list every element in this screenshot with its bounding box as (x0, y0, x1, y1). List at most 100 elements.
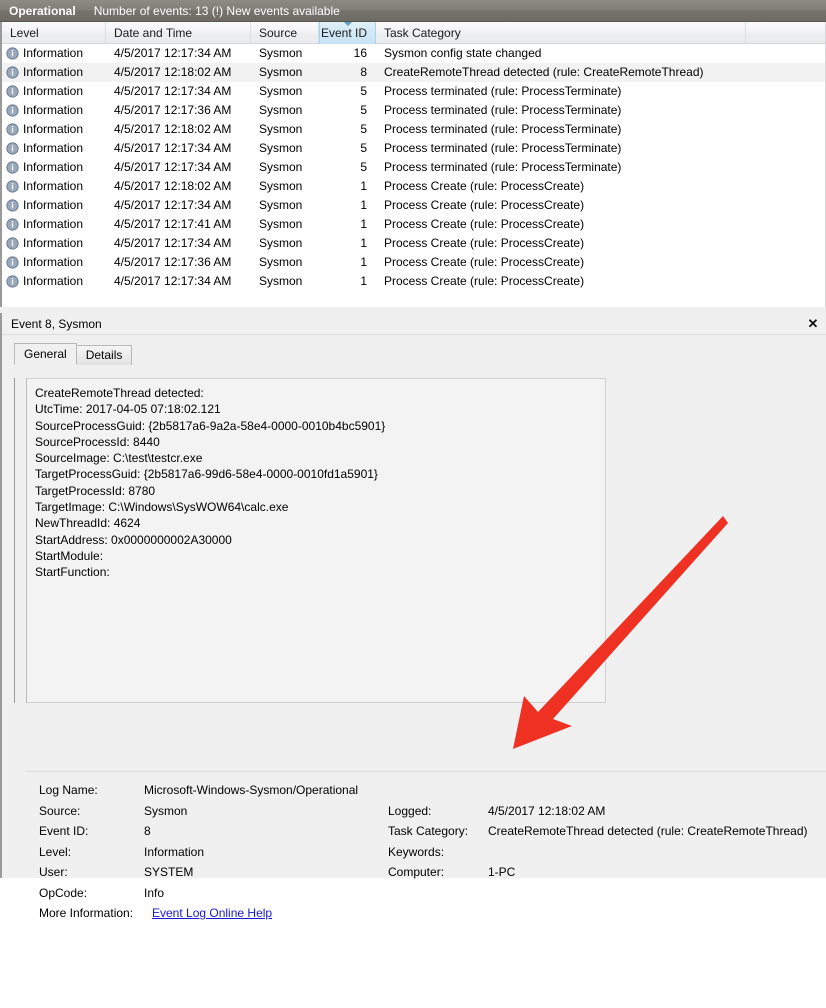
cell-event-id: 1 (360, 198, 367, 212)
cell-source: Sysmon (259, 255, 303, 269)
cell-task-category: Process Create (rule: ProcessCreate) (384, 236, 585, 250)
message-line: SourceProcessGuid: {2b5817a6-9a2a-58e4-0… (35, 418, 386, 433)
events-list-panel: Level Date and Time Source Event ID Task… (0, 21, 826, 307)
cell-level-label: Information (23, 122, 84, 136)
column-header-date-and-time[interactable]: Date and Time (106, 21, 251, 44)
table-row[interactable]: Information 4/5/2017 12:18:02 AM Sysmon 1 Pr… (2, 177, 825, 196)
computer-field-value: 1-PC (488, 865, 516, 880)
table-row[interactable]: Information 4/5/2017 12:18:02 AM Sysmon 8 Cr… (2, 63, 825, 82)
cell-level: Information (2, 82, 106, 101)
cell-level: Information (2, 120, 106, 139)
table-row[interactable]: Information 4/5/2017 12:17:34 AM Sysmon 1 Pr… (2, 196, 825, 215)
cell-task-category: Process terminated (rule: ProcessTermina… (384, 160, 622, 174)
information-icon (6, 123, 19, 136)
table-row[interactable]: Information 4/5/2017 12:18:02 AM Sysmon 5 Pr… (2, 120, 825, 139)
metadata-row-user-computer: User: SYSTEM Computer: 1-PC (26, 862, 826, 883)
computer-field-label: Computer: (388, 865, 445, 880)
user-field-label: User: (39, 865, 68, 880)
cell-level-label: Information (23, 217, 84, 231)
cell-level-label: Information (23, 65, 84, 79)
cell-level: Information (2, 177, 106, 196)
message-line: StartFunction: (35, 565, 110, 580)
table-row[interactable]: Information 4/5/2017 12:17:34 AM Sysmon 16 S… (2, 44, 825, 63)
cell-task-category: Sysmon config state changed (384, 46, 542, 60)
cell-date-and-time: 4/5/2017 12:17:34 AM (114, 46, 232, 60)
event-metadata-grid: Log Name: Microsoft-Windows-Sysmon/Opera… (26, 771, 826, 924)
table-row[interactable]: Information 4/5/2017 12:17:41 AM Sysmon 1 Pr… (2, 215, 825, 234)
tab-general[interactable]: General (14, 343, 77, 365)
table-row[interactable]: Information 4/5/2017 12:17:36 AM Sysmon 1 Pr… (2, 253, 825, 272)
events-rows-container[interactable]: Information 4/5/2017 12:17:34 AM Sysmon 16 S… (2, 44, 825, 304)
table-row[interactable]: Information 4/5/2017 12:17:34 AM Sysmon 1 Pr… (2, 272, 825, 291)
table-row[interactable]: Information 4/5/2017 12:17:36 AM Sysmon 5 Pr… (2, 101, 825, 120)
cell-source: Sysmon (259, 236, 303, 250)
table-row[interactable]: Information 4/5/2017 12:17:34 AM Sysmon 1 Pr… (2, 234, 825, 253)
message-line: TargetImage: C:\Windows\SysWOW64\calc.ex… (35, 500, 289, 515)
cell-source: Sysmon (259, 141, 303, 155)
table-row[interactable]: Information 4/5/2017 12:17:34 AM Sysmon 5 Pr… (2, 82, 825, 101)
cell-level-label: Information (23, 198, 84, 212)
cell-task-category: Process Create (rule: ProcessCreate) (384, 255, 585, 269)
message-line: StartModule: (35, 548, 104, 563)
cell-level: Information (2, 253, 106, 272)
message-line: NewThreadId: 4624 (35, 516, 141, 531)
cell-source: Sysmon (259, 46, 303, 60)
cell-source: Sysmon (259, 84, 303, 98)
cell-level: Information (2, 272, 106, 291)
metadata-row-log-name: Log Name: Microsoft-Windows-Sysmon/Opera… (26, 780, 826, 801)
cell-level-label: Information (23, 255, 84, 269)
cell-level: Information (2, 158, 106, 177)
logged-field-value: 4/5/2017 12:18:02 AM (488, 803, 606, 818)
cell-source: Sysmon (259, 122, 303, 136)
cell-source: Sysmon (259, 274, 303, 288)
cell-event-id: 8 (360, 65, 367, 79)
tab-details[interactable]: Details (75, 345, 133, 365)
cell-task-category: Process terminated (rule: ProcessTermina… (384, 141, 622, 155)
event-id-field-label: Event ID: (39, 824, 89, 839)
cell-event-id: 5 (360, 103, 367, 117)
cell-level-label: Information (23, 141, 84, 155)
column-header-event-id[interactable]: Event ID (319, 21, 376, 44)
cell-task-category: Process Create (rule: ProcessCreate) (384, 179, 585, 193)
cell-date-and-time: 4/5/2017 12:17:34 AM (114, 160, 232, 174)
cell-task-category: Process terminated (rule: ProcessTermina… (384, 122, 622, 136)
message-line: StartAddress: 0x0000000002A30000 (35, 532, 232, 547)
column-header-filler (746, 22, 825, 44)
information-icon (6, 275, 19, 288)
opcode-field-value: Info (144, 885, 165, 900)
metadata-row-source-logged: Source: Sysmon Logged: 4/5/2017 12:18:02… (26, 801, 826, 822)
user-field-value: SYSTEM (144, 865, 194, 880)
cell-date-and-time: 4/5/2017 12:17:36 AM (114, 255, 232, 269)
cell-task-category: Process terminated (rule: ProcessTermina… (384, 103, 622, 117)
level-field-label: Level: (39, 844, 72, 859)
cell-date-and-time: 4/5/2017 12:17:36 AM (114, 103, 232, 117)
opcode-field-label: OpCode: (39, 885, 88, 900)
sort-descending-icon (343, 21, 352, 26)
table-row[interactable]: Information 4/5/2017 12:17:34 AM Sysmon 5 Pr… (2, 139, 825, 158)
task-category-field-value: CreateRemoteThread detected (rule: Creat… (488, 824, 808, 839)
source-field-value: Sysmon (144, 803, 188, 818)
cell-level: Information (2, 101, 106, 120)
message-line: SourceImage: C:\test\testcr.exe (35, 451, 203, 466)
cell-date-and-time: 4/5/2017 12:17:34 AM (114, 141, 232, 155)
event-message-text[interactable]: CreateRemoteThread detected: UtcTime: 201… (26, 378, 606, 703)
cell-event-id: 5 (360, 122, 367, 136)
close-icon[interactable]: ✕ (800, 313, 826, 335)
column-header-source[interactable]: Source (251, 21, 319, 44)
logged-field-label: Logged: (388, 803, 432, 818)
log-header-bar: Operational Number of events: 13 (!) New… (0, 0, 826, 22)
cell-level-label: Information (23, 236, 84, 250)
cell-event-id: 5 (360, 160, 367, 174)
cell-level: Information (2, 63, 106, 82)
table-row[interactable]: Information 4/5/2017 12:17:34 AM Sysmon 5 Pr… (2, 158, 825, 177)
column-header-event-id-label: Event ID (320, 25, 367, 40)
message-line: SourceProcessId: 8440 (35, 434, 160, 449)
cell-source: Sysmon (259, 160, 303, 174)
information-icon (6, 47, 19, 60)
column-header-task-category[interactable]: Task Category (376, 21, 746, 44)
event-log-online-help-link[interactable]: Event Log Online Help (152, 906, 272, 920)
column-header-level[interactable]: Level (2, 21, 106, 44)
event-message-area: CreateRemoteThread detected: UtcTime: 201… (14, 378, 826, 1008)
metadata-row-more-information: More Information: Event Log Online Help (26, 903, 826, 924)
cell-level-label: Information (23, 84, 84, 98)
